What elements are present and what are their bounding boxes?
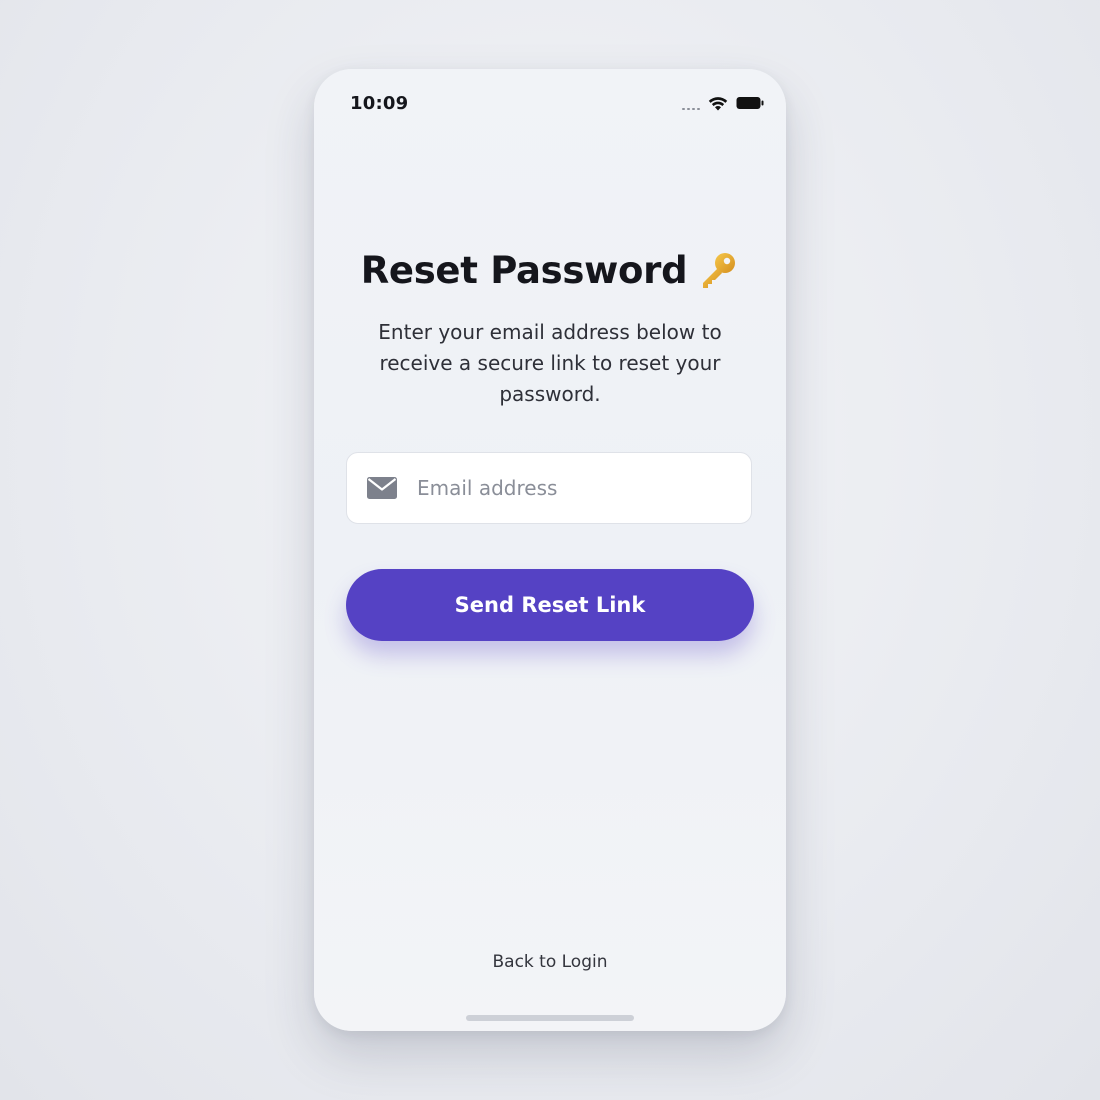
email-field[interactable] — [346, 452, 752, 524]
page-subtitle: Enter your email address below to receiv… — [378, 320, 722, 406]
email-input[interactable] — [415, 475, 719, 501]
wifi-icon — [708, 96, 728, 110]
battery-icon — [736, 97, 764, 109]
mail-icon — [367, 477, 397, 499]
back-to-login-link[interactable]: Back to Login — [314, 952, 786, 972]
cellular-signal-icon — [682, 96, 700, 110]
status-time: 10:09 — [350, 93, 409, 114]
title-row: Reset Password — [314, 249, 786, 292]
key-icon — [703, 252, 736, 288]
send-reset-link-button[interactable]: Send Reset Link — [346, 569, 754, 641]
phone-frame: 10:09 Reset Password Enter your email ad… — [314, 69, 786, 1031]
status-icons — [682, 95, 764, 111]
home-indicator — [466, 1015, 634, 1021]
page-title: Reset Password — [360, 249, 688, 292]
status-bar: 10:09 — [314, 69, 786, 139]
